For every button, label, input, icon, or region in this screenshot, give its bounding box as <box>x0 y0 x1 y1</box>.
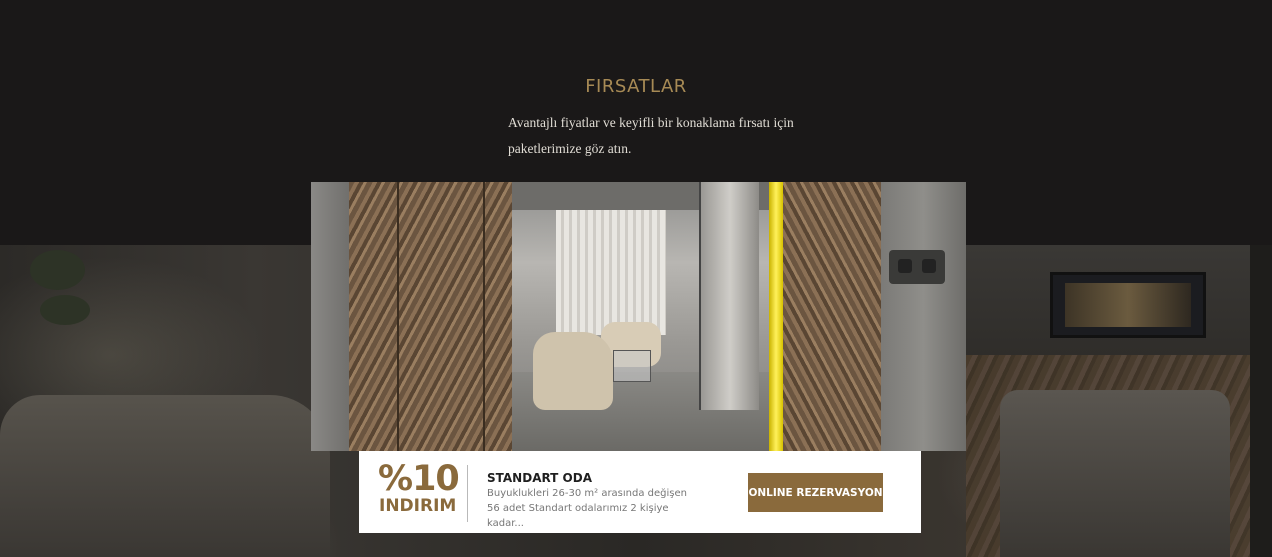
photo-armchair <box>533 332 613 410</box>
background-plant <box>30 250 85 290</box>
photo-door-seam <box>483 182 485 451</box>
photo-side-table <box>613 350 651 382</box>
photo-curtain <box>556 210 666 335</box>
photo-led-strip <box>769 182 783 451</box>
background-tv <box>1050 272 1206 338</box>
discount-label: INDIRIM <box>379 496 457 516</box>
online-reservation-button[interactable]: ONLINE REZERVASYON <box>748 473 883 512</box>
photo-mirror <box>699 182 759 410</box>
room-photo[interactable] <box>311 182 966 451</box>
photo-wood-door-right <box>783 182 881 451</box>
card-divider <box>467 465 468 522</box>
offer-card: %10 INDIRIM STANDART ODA Buyuklukleri 26… <box>359 451 921 533</box>
photo-wood-door <box>349 182 512 451</box>
background-sofa <box>0 395 330 557</box>
discount-value: %10 <box>378 459 460 499</box>
photo-door-seam <box>397 182 399 451</box>
background-edge <box>1250 245 1272 557</box>
room-description: Buyuklukleri 26-30 m² arasında değişen 5… <box>487 488 687 529</box>
photo-light-switch <box>889 250 945 284</box>
section-title: FIRSATLAR <box>585 76 687 97</box>
room-title[interactable]: STANDART ODA <box>487 471 592 485</box>
background-plant <box>40 295 90 325</box>
section-description: Avantajlı fiyatlar ve keyifli bir konakl… <box>508 115 794 156</box>
background-bed <box>1000 390 1230 557</box>
photo-concrete-wall-right <box>881 182 966 451</box>
photo-concrete-wall <box>311 182 351 451</box>
